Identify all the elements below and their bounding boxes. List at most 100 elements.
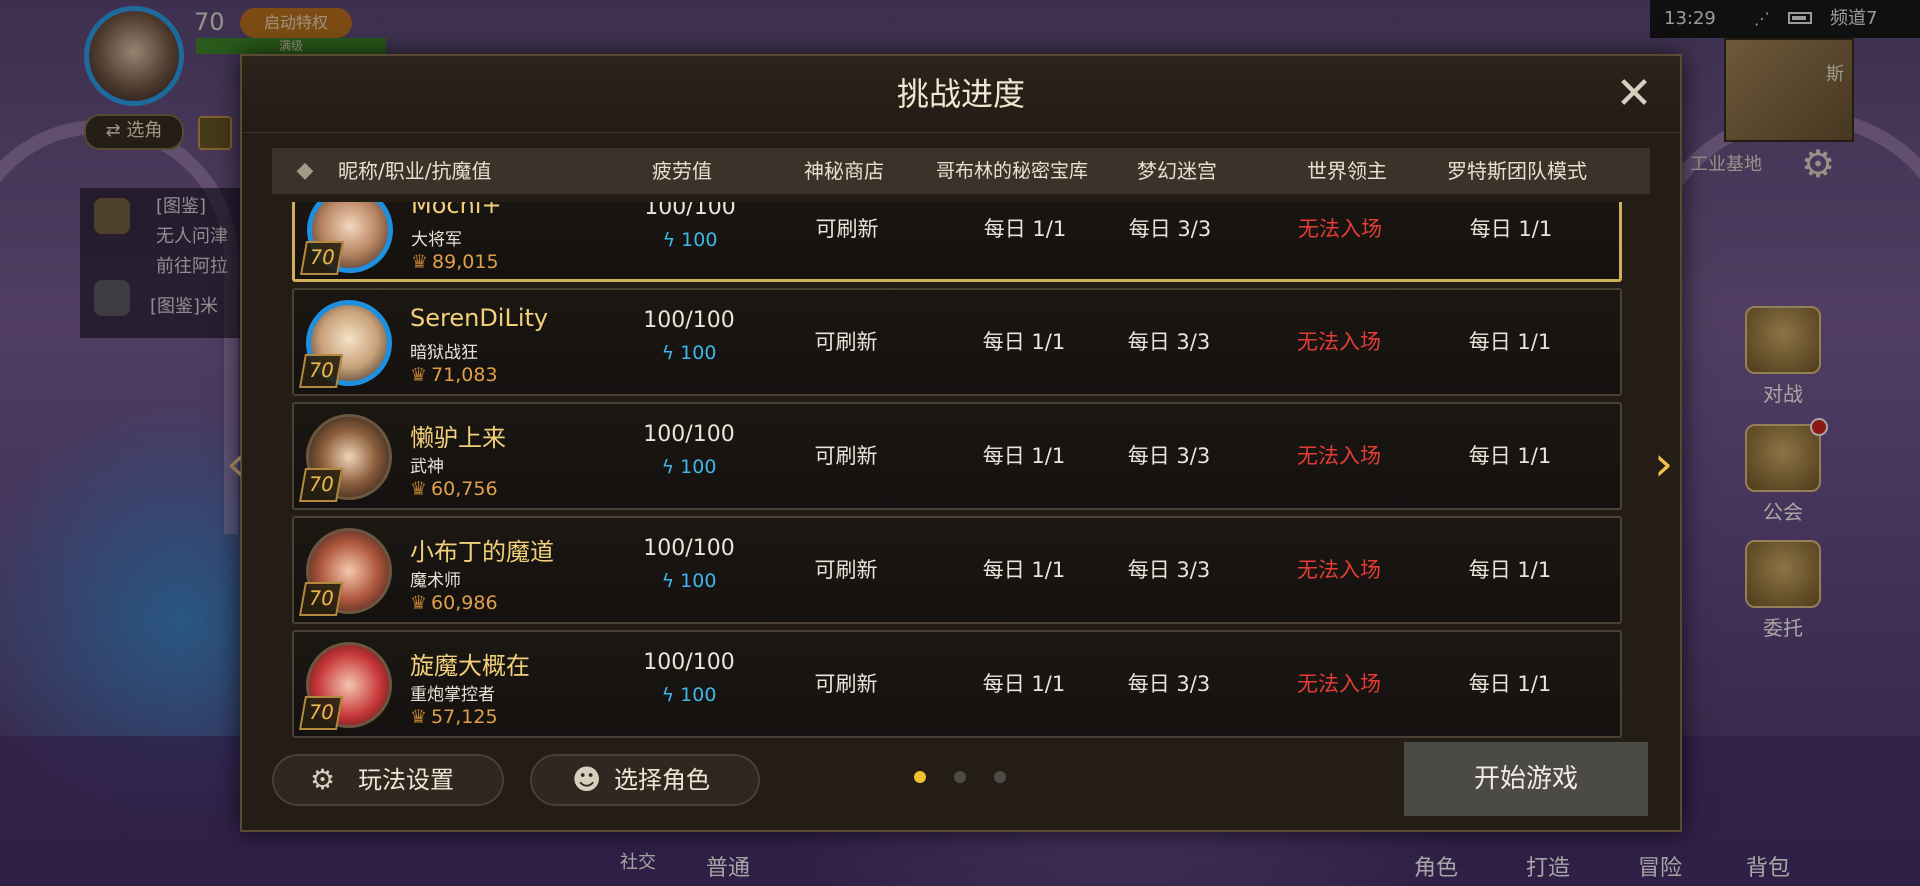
level-badge: 70 (299, 582, 343, 616)
page-indicator-dot (954, 771, 966, 783)
level-badge: 70 (299, 468, 343, 502)
fatigue-regen: ϟ 100 (634, 342, 744, 364)
level-badge: 70 (300, 241, 344, 275)
power-value: 89,015 (432, 251, 499, 273)
raid-status: 每日 1/1 (1468, 330, 1552, 354)
next-page-arrow-icon[interactable]: › (1654, 440, 1673, 488)
power-value: 57,125 (431, 706, 498, 728)
character-avatar: 70 (299, 528, 392, 616)
character-avatar: 70 (300, 202, 393, 275)
fatigue-regen: ϟ 100 (634, 570, 744, 592)
fatigue-regen-value: 100 (680, 456, 717, 478)
character-name: SerenDiLity (410, 304, 549, 332)
gameplay-settings-label: 玩法设置 (358, 766, 454, 794)
close-icon[interactable]: ✕ (1612, 72, 1656, 116)
fatigue-value: 100/100 (643, 308, 735, 333)
level-badge: 70 (299, 354, 343, 388)
crown-icon: ♛ (410, 592, 428, 614)
lightning-icon: ϟ (661, 456, 681, 478)
character-avatar: 70 (299, 300, 392, 388)
lightning-icon: ϟ (661, 684, 681, 706)
fatigue-regen: ϟ 100 (635, 229, 745, 251)
column-header-maze: 梦幻迷宫 (1137, 159, 1217, 183)
maze-status: 每日 3/3 (1127, 558, 1211, 582)
lightning-icon: ϟ (661, 570, 681, 592)
shop-status: 可刷新 (814, 558, 878, 582)
character-power: ♛ 60,756 (410, 478, 498, 500)
fatigue-value: 100/100 (643, 650, 735, 675)
table-header: ◆ 昵称/职业/抗魔值 疲劳值 神秘商店 哥布林的秘密宝库 梦幻迷宫 世界领主 … (272, 148, 1650, 194)
goblin-status: 每日 1/1 (982, 672, 1066, 696)
gameplay-settings-button[interactable]: ⚙ 玩法设置 (272, 754, 504, 806)
raid-status: 每日 1/1 (1468, 558, 1552, 582)
maze-status: 每日 3/3 (1127, 444, 1211, 468)
maze-status: 每日 3/3 (1127, 672, 1211, 696)
character-job: 暗狱战狂 (410, 343, 478, 363)
character-list[interactable]: 70 Mochi+ 大将军 ♛ 89,015 100/100 ϟ 100 可刷新 … (292, 202, 1634, 786)
lord-status: 无法入场 (1297, 558, 1381, 582)
character-job: 武神 (410, 457, 444, 477)
fatigue-value: 100/100 (643, 536, 735, 561)
column-header-fatigue: 疲劳值 (652, 159, 712, 183)
character-power: ♛ 71,083 (410, 364, 498, 386)
power-value: 60,756 (431, 478, 498, 500)
shop-status: 可刷新 (814, 330, 878, 354)
character-power: ♛ 60,986 (410, 592, 498, 614)
maze-status: 每日 3/3 (1128, 217, 1212, 241)
fatigue-regen: ϟ 100 (634, 456, 744, 478)
fatigue-regen-value: 100 (681, 229, 718, 251)
goblin-status: 每日 1/1 (982, 558, 1066, 582)
raid-status: 每日 1/1 (1469, 217, 1553, 241)
lord-status: 无法入场 (1297, 444, 1381, 468)
character-job: 重炮掌控者 (410, 685, 495, 705)
character-row-selected[interactable]: 70 Mochi+ 大将军 ♛ 89,015 100/100 ϟ 100 可刷新 … (292, 202, 1622, 282)
character-power: ♛ 57,125 (410, 706, 498, 728)
fatigue-regen-value: 100 (680, 342, 717, 364)
fatigue-regen-value: 100 (680, 570, 717, 592)
crown-icon: ♛ (411, 251, 429, 273)
challenge-progress-dialog: 挑战进度 ✕ ◆ 昵称/职业/抗魔值 疲劳值 神秘商店 哥布林的秘密宝库 梦幻迷… (240, 54, 1682, 832)
character-job: 魔术师 (410, 571, 461, 591)
raid-status: 每日 1/1 (1468, 672, 1552, 696)
character-job: 大将军 (411, 230, 462, 250)
crown-icon: ♛ (410, 706, 428, 728)
lord-status: 无法入场 (1297, 330, 1381, 354)
fatigue-regen-value: 100 (680, 684, 717, 706)
character-name: Mochi+ (411, 202, 502, 219)
shop-status: 可刷新 (814, 672, 878, 696)
lord-status: 无法入场 (1298, 217, 1382, 241)
level-badge: 70 (299, 696, 343, 730)
character-name: 旋魔大概在 (410, 652, 530, 680)
character-head-icon: ☻ (572, 763, 602, 796)
fatigue-value: 100/100 (644, 202, 736, 220)
character-power: ♛ 89,015 (411, 251, 499, 273)
shop-status: 可刷新 (814, 444, 878, 468)
power-value: 71,083 (431, 364, 498, 386)
lord-status: 无法入场 (1297, 672, 1381, 696)
maze-status: 每日 3/3 (1127, 330, 1211, 354)
previous-page-arrow-icon[interactable]: ‹ (226, 440, 245, 488)
select-character-button[interactable]: ☻ 选择角色 (530, 754, 760, 806)
goblin-status: 每日 1/1 (982, 330, 1066, 354)
character-row[interactable]: 70 旋魔大概在 重炮掌控者 ♛ 57,125 100/100 ϟ 100 可刷新… (292, 630, 1622, 738)
select-character-label: 选择角色 (614, 766, 710, 794)
goblin-status: 每日 1/1 (982, 444, 1066, 468)
page-indicator-dot (994, 771, 1006, 783)
shield-icon: ◆ (296, 158, 314, 183)
power-value: 60,986 (431, 592, 498, 614)
column-header-shop: 神秘商店 (804, 159, 884, 183)
column-header-raid: 罗特斯团队模式 (1447, 159, 1587, 183)
column-header-name: 昵称/职业/抗魔值 (338, 159, 492, 183)
start-game-button[interactable]: 开始游戏 (1404, 742, 1648, 816)
character-avatar: 70 (299, 414, 392, 502)
character-avatar: 70 (299, 642, 392, 730)
fatigue-value: 100/100 (643, 422, 735, 447)
character-row[interactable]: 70 SerenDiLity 暗狱战狂 ♛ 71,083 100/100 ϟ 10… (292, 288, 1622, 396)
character-name: 懒驴上来 (410, 424, 506, 452)
character-row[interactable]: 70 小布丁的魔道 魔术师 ♛ 60,986 100/100 ϟ 100 可刷新 … (292, 516, 1622, 624)
gear-icon: ⚙ (310, 763, 336, 796)
raid-status: 每日 1/1 (1468, 444, 1552, 468)
column-header-lord: 世界领主 (1307, 159, 1387, 183)
goblin-status: 每日 1/1 (983, 217, 1067, 241)
character-row[interactable]: 70 懒驴上来 武神 ♛ 60,756 100/100 ϟ 100 可刷新 每日 … (292, 402, 1622, 510)
